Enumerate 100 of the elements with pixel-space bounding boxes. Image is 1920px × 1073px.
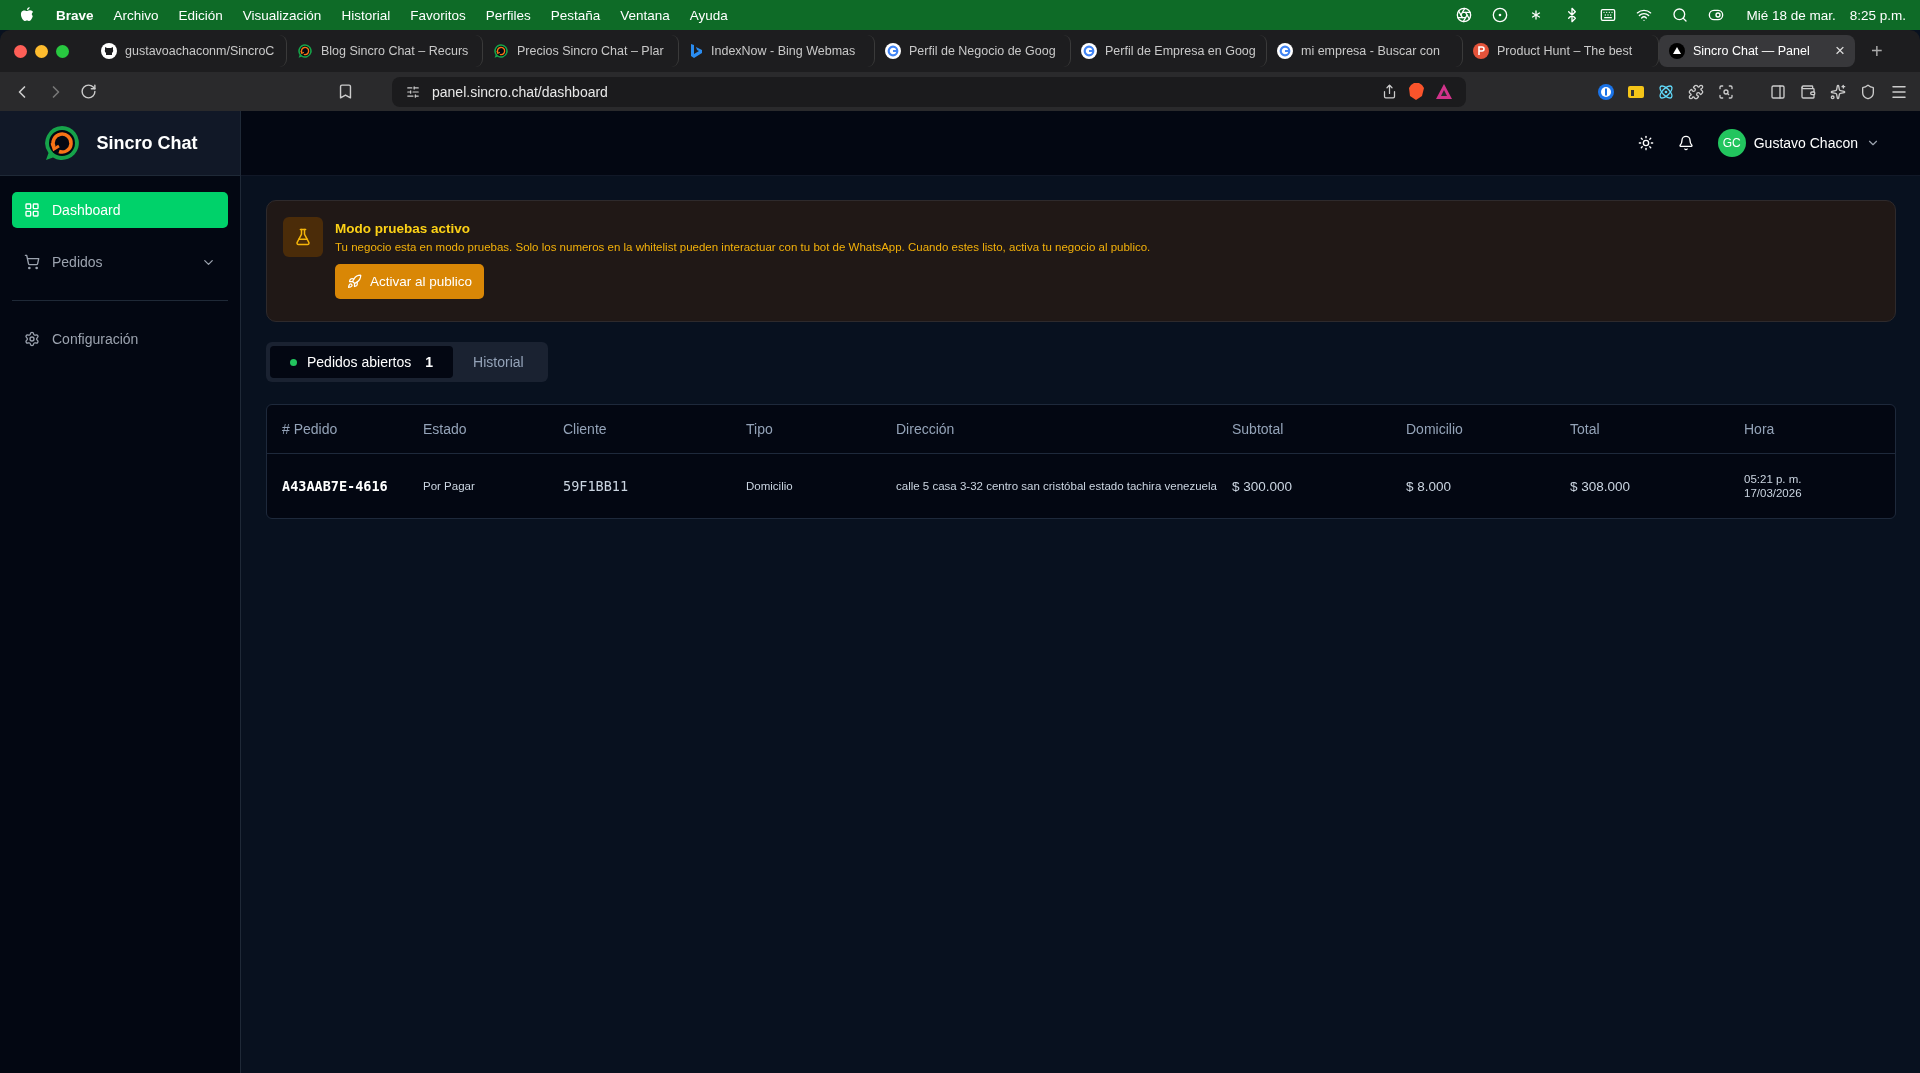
tab-title: IndexNow - Bing Webmas xyxy=(711,44,857,58)
menu-item[interactable]: Ayuda xyxy=(689,7,728,23)
tab-title: gustavoachaconm/SincroC xyxy=(125,44,276,58)
column-header: Total xyxy=(1570,421,1601,437)
url-text: panel.sincro.chat/dashboard xyxy=(432,83,609,100)
folder-icon[interactable] xyxy=(1628,85,1644,98)
menu-item[interactable]: Visualización xyxy=(242,7,322,23)
notice-title: Modo pruebas activo xyxy=(335,221,471,236)
menu-item[interactable]: Archivo xyxy=(113,7,159,23)
g-circle-icon xyxy=(1277,43,1293,59)
column-header: Dirección xyxy=(896,421,956,437)
menu-item[interactable]: Ventana xyxy=(620,7,670,23)
notice-message: Tu negocio esta en modo pruebas. Solo los numeros en la whitelist pueden interactuar con tu bot de WhatsApp. Cuando estes listo, activa tu negocio al publico. xyxy=(335,241,1151,253)
column-header: Subtotal xyxy=(1232,421,1285,437)
circle-i-icon[interactable] xyxy=(1598,83,1614,100)
tab-title: Perfil de Empresa en Goog xyxy=(1105,44,1256,58)
menu-bar-date[interactable]: Mié 18 de mar. xyxy=(1746,7,1836,23)
g-circle-icon xyxy=(1081,43,1097,59)
menu-item[interactable]: Brave xyxy=(56,7,94,23)
sidebar-item[interactable]: Pedidos xyxy=(12,244,228,280)
user-avatar: GC xyxy=(1717,129,1746,157)
tab-title: Perfil de Negocio de Goog xyxy=(909,44,1057,58)
column-header: Cliente xyxy=(563,421,608,437)
zoom-window-button[interactable] xyxy=(56,44,69,58)
minimize-window-button[interactable] xyxy=(35,44,48,58)
bookmark-icon[interactable] xyxy=(337,83,354,100)
b-shape-icon xyxy=(689,43,703,59)
browser-tab[interactable]: gustavoachaconm/SincroC xyxy=(91,35,287,67)
time-cell-text: 05:21 p. m. xyxy=(1744,473,1803,485)
orders-tab[interactable]: Pedidos abiertos 1 xyxy=(270,346,454,378)
gear-icon xyxy=(24,331,40,347)
menu-item[interactable]: Pestaña xyxy=(550,7,601,23)
browser-tab[interactable]: Product Hunt – The best xyxy=(1463,35,1659,67)
sparkles-icon[interactable] xyxy=(1830,83,1846,100)
sun-icon[interactable] xyxy=(1637,135,1654,151)
sidebar-icon[interactable] xyxy=(1770,83,1786,100)
browser-tab[interactable]: Perfil de Negocio de Goog xyxy=(875,35,1071,67)
tab-title: Sincro Chat — Panel xyxy=(1693,44,1811,58)
user-name: Gustavo Chacon xyxy=(1753,135,1858,151)
date-cell-text: 17/03/2026 xyxy=(1744,487,1803,499)
orders-tab[interactable]: Historial xyxy=(453,346,544,378)
browser-tab[interactable]: Perfil de Empresa en Goog xyxy=(1071,35,1267,67)
menu-item[interactable]: Favoritos xyxy=(410,7,466,23)
wifi-icon[interactable] xyxy=(1636,7,1653,23)
reload-icon[interactable] xyxy=(80,83,97,100)
bell-icon[interactable] xyxy=(1677,135,1694,151)
close-window-button[interactable] xyxy=(14,44,27,58)
sidebar-item[interactable]: Configuración xyxy=(12,321,228,357)
user-menu[interactable]: GC Gustavo Chacon xyxy=(1717,129,1880,157)
status-cell-text: Por Pagar xyxy=(423,480,476,492)
control-center-icon[interactable] xyxy=(1708,7,1725,23)
browser-tab[interactable]: mi empresa - Buscar con xyxy=(1267,35,1463,67)
browser-tab[interactable]: Precios Sincro Chat – Plar xyxy=(483,35,679,67)
client-cell-text: 59F1BB11 xyxy=(563,478,630,494)
total-cell-text: $ 308.000 xyxy=(1570,478,1632,494)
triangle-icon[interactable] xyxy=(1436,84,1452,99)
puzzle-icon[interactable] xyxy=(1688,83,1704,100)
address-bar[interactable]: panel.sincro.chat/dashboard xyxy=(392,76,1466,107)
column-header: # Pedido xyxy=(282,421,339,437)
column-header: Domicilio xyxy=(1406,421,1464,437)
share-icon[interactable] xyxy=(1382,84,1397,99)
wallet-icon[interactable] xyxy=(1800,83,1816,100)
aperture-icon[interactable] xyxy=(1456,7,1473,23)
close-tab-button[interactable]: × xyxy=(1835,41,1845,61)
column-header: Tipo xyxy=(746,421,774,437)
shield-icon[interactable] xyxy=(1860,83,1876,100)
grid-icon xyxy=(24,202,40,218)
browser-tab[interactable]: IndexNow - Bing Webmas xyxy=(679,35,875,67)
subtotal-cell-text: $ 300.000 xyxy=(1232,478,1294,494)
column-header: Estado xyxy=(423,421,468,437)
tab-title: mi empresa - Buscar con xyxy=(1301,44,1441,58)
site-settings-icon[interactable] xyxy=(406,84,420,99)
circle-dot-icon[interactable] xyxy=(1492,7,1509,23)
sync-chat-icon xyxy=(493,43,509,59)
type-cell-text: Domicilio xyxy=(746,480,794,492)
cart-icon xyxy=(24,254,40,270)
cat-silhouette-icon xyxy=(101,43,117,59)
tab-title: Product Hunt – The best xyxy=(1497,44,1634,58)
order-id-cell-text: A43AAB7E-4616 xyxy=(282,478,389,494)
address-cell-text: calle 5 casa 3-32 centro san cristóbal estado tachira venezuela xyxy=(896,480,1218,492)
column-header: Hora xyxy=(1744,421,1776,437)
search-icon[interactable] xyxy=(1672,7,1689,23)
tab-title: Blog Sincro Chat – Recurs xyxy=(321,44,470,58)
menu-item[interactable]: Historial xyxy=(341,7,391,23)
new-tab-button[interactable]: + xyxy=(1871,39,1883,63)
rocket-icon xyxy=(347,274,362,289)
sync-chat-icon xyxy=(297,43,313,59)
apple-icon[interactable] xyxy=(20,6,34,24)
menu-bar-time[interactable]: 8:25 p.m. xyxy=(1849,7,1906,23)
browser-tab[interactable]: Sincro Chat — Panel × xyxy=(1659,35,1855,67)
menu-item[interactable]: Edición xyxy=(178,7,223,23)
tab-title: Precios Sincro Chat – Plar xyxy=(517,44,665,58)
p-circle-icon xyxy=(1473,43,1489,59)
atom-icon[interactable] xyxy=(1658,83,1674,100)
keyboard-icon[interactable] xyxy=(1600,7,1617,23)
scan-icon[interactable] xyxy=(1718,83,1734,100)
flask-icon xyxy=(283,217,323,257)
menu-item[interactable]: Perfiles xyxy=(485,7,531,23)
delivery-cell-text: $ 8.000 xyxy=(1406,478,1453,494)
browser-tab[interactable]: Blog Sincro Chat – Recurs xyxy=(287,35,483,67)
